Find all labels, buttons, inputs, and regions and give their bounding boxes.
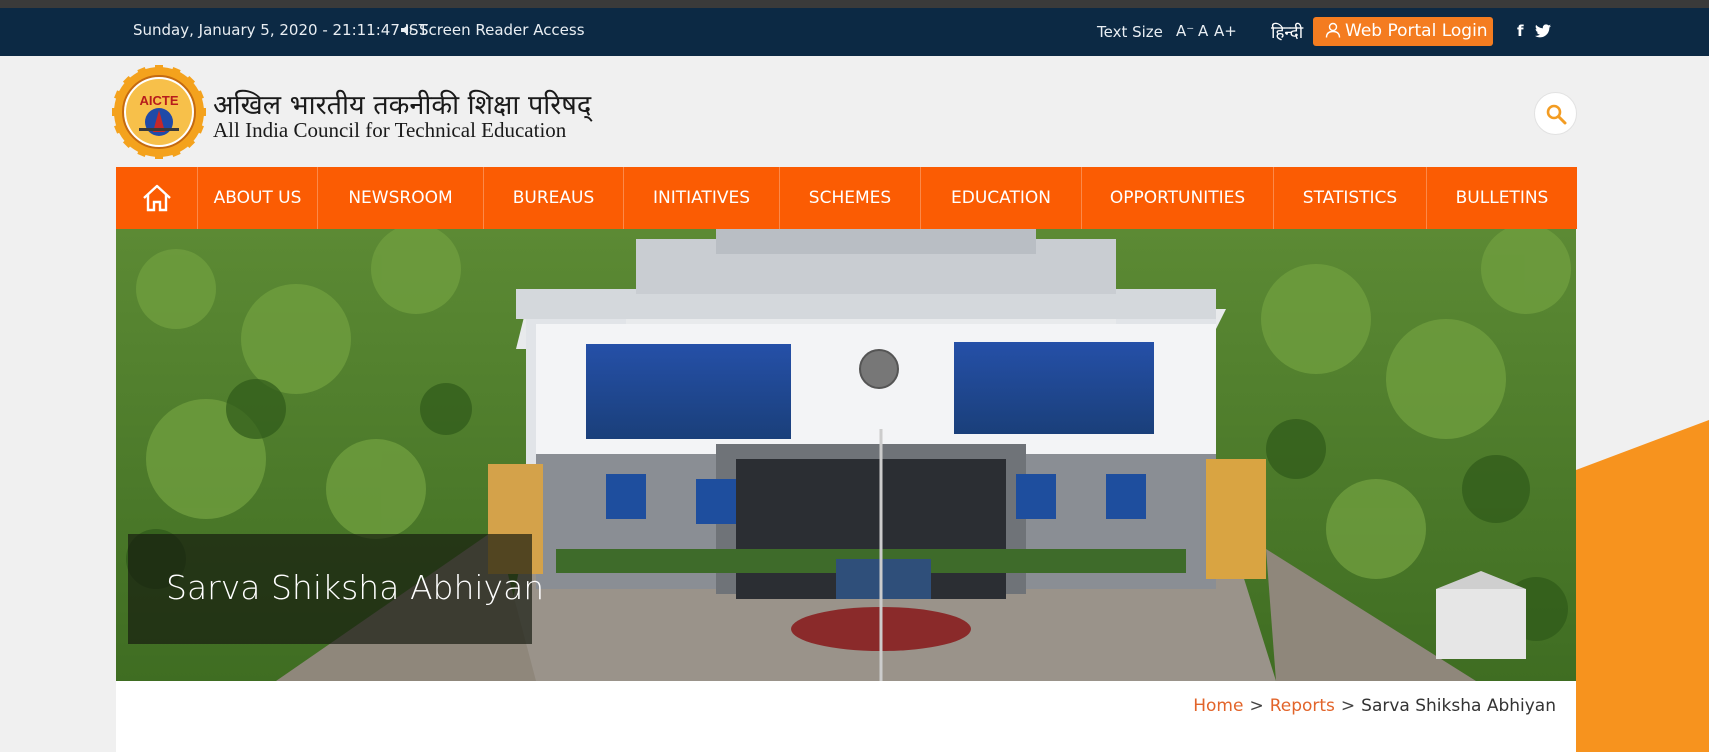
breadcrumb-reports[interactable]: Reports [1270,696,1335,716]
text-size-normal-button[interactable]: A [1198,22,1208,40]
facebook-icon[interactable]: f [1517,22,1524,40]
breadcrumb-separator: > [1340,696,1356,716]
current-datetime: Sunday, January 5, 2020 - 21:11:47 IST [133,21,428,39]
home-icon [142,184,171,212]
nav-schemes[interactable]: SCHEMES [780,167,921,229]
breadcrumb-current: Sarva Shiksha Abhiyan [1361,696,1556,716]
orange-decoration [1576,420,1709,752]
aicte-logo-seal[interactable]: AICTE [112,65,206,159]
nav-bureaus[interactable]: BUREAUS [484,167,624,229]
hero-caption: Sarva Shiksha Abhiyan [166,568,545,607]
breadcrumb: Home > Reports > Sarva Shiksha Abhiyan [1193,696,1556,716]
user-icon [1325,22,1341,38]
nav-bulletins[interactable]: BULLETINS [1427,167,1577,229]
hero-caption-box: Sarva Shiksha Abhiyan [128,534,544,644]
search-icon [1546,104,1567,125]
nav-opportunities[interactable]: OPPORTUNITIES [1082,167,1274,229]
breadcrumb-home[interactable]: Home [1193,696,1243,716]
nav-initiatives[interactable]: INITIATIVES [624,167,780,229]
hindi-language-link[interactable]: हिन्दी [1271,20,1303,43]
nav-home[interactable] [116,167,198,229]
screen-reader-link[interactable]: Screen Reader Access [400,21,585,39]
hero-banner: Sarva Shiksha Abhiyan [116,229,1576,681]
seal-text: AICTE [140,93,179,108]
screen-reader-label: Screen Reader Access [419,21,585,39]
main-navigation: ABOUT US NEWSROOM BUREAUS INITIATIVES SC… [116,167,1577,229]
twitter-icon[interactable] [1535,24,1551,38]
nav-about-us[interactable]: ABOUT US [198,167,318,229]
nav-education[interactable]: EDUCATION [921,167,1082,229]
site-header: AICTE अखिल भारतीय तकनीकी शिक्षा परिषद् A… [0,56,1709,167]
text-size-decrease-button[interactable]: A⁻ [1176,22,1194,40]
text-size-label: Text Size [1097,23,1163,41]
login-label: Web Portal Login [1345,21,1488,41]
search-button[interactable] [1534,92,1577,135]
site-title-hindi: अखिल भारतीय तकनीकी शिक्षा परिषद् [213,90,592,121]
nav-newsroom[interactable]: NEWSROOM [318,167,484,229]
text-size-increase-button[interactable]: A+ [1214,22,1237,40]
browser-top-strip [0,0,1709,8]
breadcrumb-separator: > [1249,696,1264,716]
content-area: Home > Reports > Sarva Shiksha Abhiyan [116,681,1576,752]
web-portal-login-button[interactable]: Web Portal Login [1313,17,1493,46]
site-title-english: All India Council for Technical Educatio… [213,118,567,142]
speaker-icon [401,25,412,35]
nav-statistics[interactable]: STATISTICS [1274,167,1427,229]
top-utility-bar: Sunday, January 5, 2020 - 21:11:47 IST S… [0,8,1709,56]
